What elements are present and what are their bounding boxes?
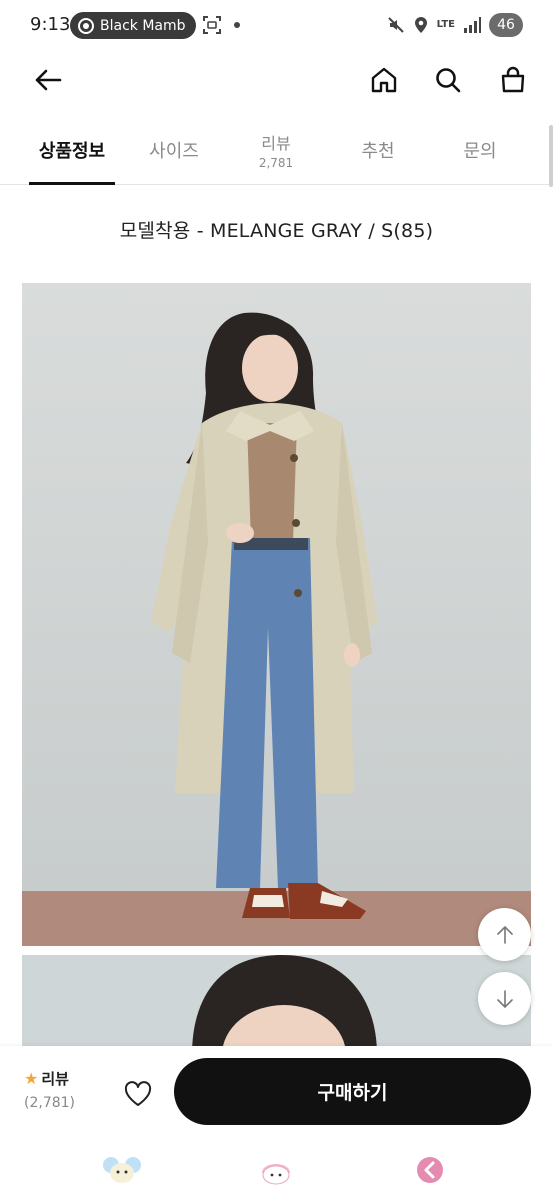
- scroll-top-button[interactable]: [478, 908, 531, 961]
- location-icon: [414, 17, 427, 33]
- character-mouse-icon[interactable]: [102, 1155, 142, 1185]
- review-label: 리뷰: [41, 1070, 69, 1088]
- review-summary[interactable]: ★ 리뷰 (2,781): [24, 1068, 84, 1111]
- back-arrow-icon: [35, 69, 62, 91]
- home-icon: [371, 67, 397, 93]
- star-icon: ★: [24, 1069, 39, 1088]
- status-indicators: LTE 46: [387, 13, 523, 37]
- tab-inquiry[interactable]: 문의: [440, 115, 520, 185]
- character-back-icon[interactable]: [410, 1155, 450, 1185]
- arrow-down-icon: [496, 989, 513, 1008]
- status-bar: 9:13 Black Mamb LTE 46: [0, 0, 553, 50]
- search-button[interactable]: [430, 62, 466, 98]
- battery-indicator: 46: [489, 13, 523, 37]
- notification-dot: [234, 22, 240, 28]
- review-title: ★ 리뷰: [24, 1068, 84, 1089]
- app-header: [0, 50, 553, 110]
- tab-label: 추천: [361, 141, 395, 162]
- tab-recommend[interactable]: 추천: [338, 115, 418, 185]
- purchase-bar: ★ 리뷰 (2,781) 구매하기: [0, 1046, 553, 1141]
- heart-icon: [124, 1081, 152, 1106]
- model-illustration: [22, 283, 531, 946]
- home-button[interactable]: [366, 62, 402, 98]
- status-pill[interactable]: Black Mamb: [70, 12, 196, 39]
- tab-label: 문의: [463, 141, 497, 162]
- cart-button[interactable]: [495, 62, 531, 98]
- product-tabs: 상품정보 사이즈 리뷰 2,781 추천 문의: [0, 115, 553, 185]
- back-button[interactable]: [30, 62, 66, 98]
- mute-icon: [387, 17, 404, 33]
- tab-size[interactable]: 사이즈: [134, 115, 214, 185]
- network-label: LTE: [436, 19, 455, 30]
- scrollbar[interactable]: [549, 125, 553, 187]
- product-photo-2: [22, 955, 531, 1055]
- search-icon: [436, 68, 461, 93]
- signal-icon: [464, 17, 481, 33]
- tab-product-info[interactable]: 상품정보: [29, 115, 115, 185]
- shopping-bag-icon: [501, 66, 525, 93]
- record-icon: [78, 17, 94, 34]
- scroll-bottom-button[interactable]: [478, 972, 531, 1025]
- screen-capture-icon: [203, 16, 221, 34]
- active-tab-indicator: [29, 182, 115, 185]
- review-count: (2,781): [24, 1095, 76, 1111]
- tab-label: 상품정보: [38, 141, 106, 162]
- arrow-up-icon: [496, 925, 513, 944]
- status-pill-label: Black Mamb: [100, 17, 186, 34]
- model-closeup-illustration: [192, 955, 377, 1055]
- tab-label: 사이즈: [149, 141, 199, 162]
- status-time: 9:13: [30, 14, 71, 35]
- product-photo: [22, 283, 531, 946]
- buy-button[interactable]: 구매하기: [174, 1058, 531, 1125]
- model-caption: 모델착용 - MELANGE GRAY / S(85): [119, 220, 434, 242]
- tab-review-count: 2,781: [258, 156, 294, 170]
- tab-label: 리뷰: [261, 134, 291, 153]
- tab-reviews[interactable]: 리뷰 2,781: [236, 115, 316, 185]
- bottom-dock: [0, 1141, 553, 1200]
- character-bunny-icon[interactable]: [256, 1155, 296, 1185]
- wishlist-button[interactable]: [118, 1074, 158, 1114]
